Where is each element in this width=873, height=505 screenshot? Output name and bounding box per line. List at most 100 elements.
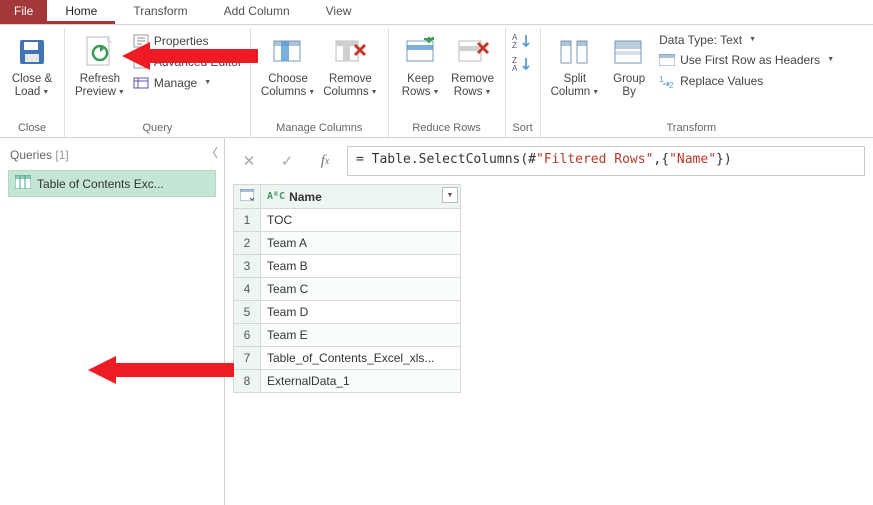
table-row[interactable]: 4Team C <box>234 278 461 301</box>
table-icon <box>15 175 31 192</box>
group-by-l2: By <box>622 86 635 98</box>
replace-values-button[interactable]: 12 Replace Values <box>657 72 836 90</box>
table-row[interactable]: 7Table_of_Contents_Excel_xls... <box>234 347 461 370</box>
chevron-down-icon: ▼ <box>432 86 439 99</box>
chevron-down-icon: ▼ <box>749 36 756 43</box>
sort-asc-icon: AZ <box>512 32 534 50</box>
chevron-down-icon: ▼ <box>371 86 378 99</box>
group-by-button[interactable]: GroupBy <box>603 30 655 99</box>
first-row-label: Use First Row as Headers <box>680 53 820 67</box>
cell: Table_of_Contents_Excel_xls... <box>261 347 461 370</box>
table-row[interactable]: 6Team E <box>234 324 461 347</box>
manage-button[interactable]: Manage▼ <box>131 74 244 92</box>
group-sort-label: Sort <box>512 120 534 137</box>
tab-transform[interactable]: Transform <box>115 0 205 24</box>
tab-view[interactable]: View <box>308 0 370 24</box>
split-column-icon <box>558 32 592 72</box>
keep-rows-l1: Keep <box>407 73 434 85</box>
replace-icon: 12 <box>659 73 675 89</box>
cell: ExternalData_1 <box>261 370 461 393</box>
accept-formula-button[interactable]: ✓ <box>271 146 303 176</box>
grid-header-row: AᴮC Name ▼ <box>234 185 461 209</box>
grid-corner-button[interactable] <box>234 185 261 209</box>
lower-pane: 〈 Queries [1] Table of Contents Exc... ✕… <box>0 138 873 505</box>
row-index: 4 <box>234 278 261 301</box>
properties-label: Properties <box>154 34 209 48</box>
refresh-preview-button[interactable]: RefreshPreview▼ <box>71 30 129 100</box>
keep-rows-l2: Rows <box>402 86 431 98</box>
tab-strip: File Home Transform Add Column View <box>0 0 873 25</box>
remove-rows-button[interactable]: RemoveRows▼ <box>447 30 499 100</box>
collapse-queries-button[interactable]: 〈 <box>206 144 218 161</box>
split-col-l2: Column <box>551 86 591 98</box>
formula-suffix: }) <box>716 152 732 167</box>
query-item[interactable]: Table of Contents Exc... <box>8 170 216 197</box>
remove-rows-l2: Rows <box>454 86 483 98</box>
properties-button[interactable]: Properties <box>131 32 244 50</box>
table-row[interactable]: 2Team A <box>234 232 461 255</box>
table-row[interactable]: 5Team D <box>234 301 461 324</box>
table-row[interactable]: 3Team B <box>234 255 461 278</box>
column-filter-button[interactable]: ▼ <box>442 187 458 203</box>
group-transform: SplitColumn▼ GroupBy Data Type: Text▼ Us… <box>541 28 843 137</box>
chevron-down-icon: ▼ <box>204 79 211 86</box>
row-index: 6 <box>234 324 261 347</box>
split-column-button[interactable]: SplitColumn▼ <box>547 30 604 100</box>
cell: Team C <box>261 278 461 301</box>
remove-cols-l1: Remove <box>329 73 372 85</box>
queries-pane: Queries [1] Table of Contents Exc... <box>0 138 225 505</box>
refresh-l2: Preview <box>75 86 116 98</box>
group-transform-label: Transform <box>547 120 837 137</box>
column-name-label: Name <box>289 190 322 204</box>
data-grid: AᴮC Name ▼ 1TOC 2Team A 3Team B 4Team C … <box>233 184 461 393</box>
keep-rows-button[interactable]: KeepRows▼ <box>395 30 447 100</box>
group-reduce-rows: KeepRows▼ RemoveRows▼ Reduce Rows <box>389 28 506 137</box>
split-col-l1: Split <box>564 73 586 85</box>
row-index: 5 <box>234 301 261 324</box>
close-load-l1: Close & <box>12 73 52 85</box>
data-type-button[interactable]: Data Type: Text▼ <box>657 32 836 48</box>
remove-columns-button[interactable]: RemoveColumns▼ <box>319 30 381 100</box>
ribbon: Close &Load▼ Close RefreshPreview▼ Prope… <box>0 25 873 138</box>
tab-home[interactable]: Home <box>47 0 115 24</box>
keep-rows-icon <box>404 32 438 72</box>
group-sort: AZ ZA Sort <box>506 28 541 137</box>
cancel-formula-button[interactable]: ✕ <box>233 146 265 176</box>
main-pane: ✕ ✓ fx = Table.SelectColumns(#"Filtered … <box>225 138 873 505</box>
table-row[interactable]: 8ExternalData_1 <box>234 370 461 393</box>
close-load-l2: Load <box>15 86 41 98</box>
formula-prefix: = Table.SelectColumns(# <box>356 152 536 167</box>
row-index: 8 <box>234 370 261 393</box>
choose-cols-l2: Columns <box>261 86 306 98</box>
formula-mid: ,{ <box>653 152 669 167</box>
formula-input[interactable]: = Table.SelectColumns(#"Filtered Rows",{… <box>347 146 865 176</box>
cell: Team B <box>261 255 461 278</box>
properties-icon <box>133 33 149 49</box>
fx-button[interactable]: fx <box>309 146 341 176</box>
group-close-label: Close <box>6 120 58 137</box>
save-disk-icon <box>17 32 47 72</box>
refresh-icon <box>83 32 117 72</box>
cell: Team A <box>261 232 461 255</box>
choose-cols-l1: Choose <box>268 73 308 85</box>
sort-desc-button[interactable]: ZA <box>512 55 534 76</box>
choose-columns-button[interactable]: ChooseColumns▼ <box>257 30 319 100</box>
advanced-editor-label: Advanced Editor <box>154 55 242 69</box>
first-row-headers-button[interactable]: Use First Row as Headers▼ <box>657 51 836 69</box>
svg-text:2: 2 <box>669 81 674 88</box>
cell: Team E <box>261 324 461 347</box>
tab-add-column[interactable]: Add Column <box>206 0 308 24</box>
sort-asc-button[interactable]: AZ <box>512 32 534 53</box>
tab-file[interactable]: File <box>0 0 47 24</box>
query-item-label: Table of Contents Exc... <box>37 177 164 191</box>
row-index: 2 <box>234 232 261 255</box>
queries-title: Queries [1] <box>2 144 222 170</box>
close-and-load-button[interactable]: Close &Load▼ <box>6 30 58 100</box>
column-header-name[interactable]: AᴮC Name ▼ <box>261 185 461 209</box>
row-index: 3 <box>234 255 261 278</box>
refresh-l1: Refresh <box>80 73 120 85</box>
cell: Team D <box>261 301 461 324</box>
table-icon <box>240 189 254 201</box>
table-row[interactable]: 1TOC <box>234 209 461 232</box>
advanced-editor-button[interactable]: Advanced Editor <box>131 53 244 71</box>
